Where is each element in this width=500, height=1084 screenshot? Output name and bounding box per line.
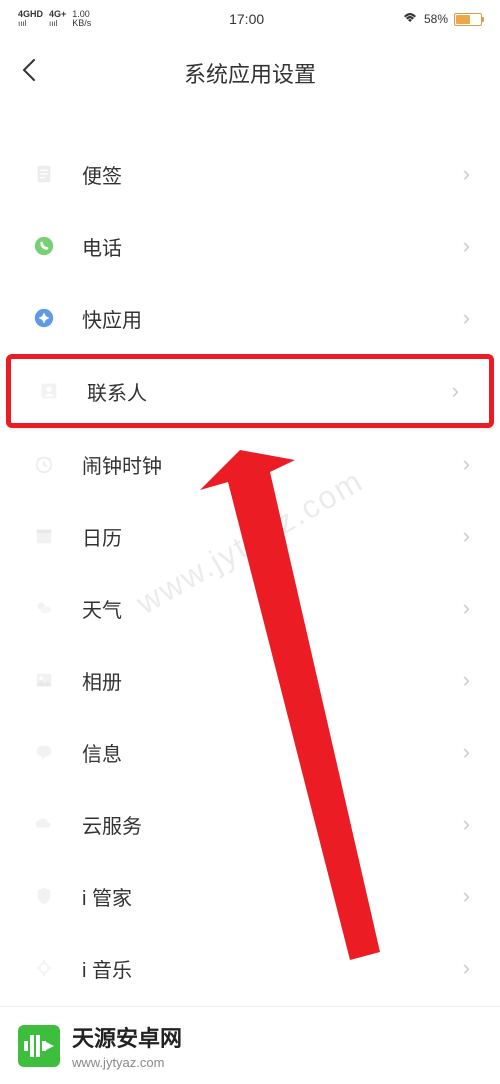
chevron-right-icon: ›: [463, 811, 470, 837]
list-item-weather[interactable]: 天气 ›: [0, 572, 500, 644]
weather-icon: [30, 594, 58, 622]
signal-indicator-1: 4GHD ıııl: [18, 10, 43, 28]
page-header: 系统应用设置: [0, 38, 500, 108]
list-item-phone[interactable]: 电话 ›: [0, 210, 500, 282]
item-label: 电话: [82, 232, 463, 261]
status-left: 4GHD ıııl 4G+ ıııl 1.00 KB/s: [18, 10, 91, 28]
highlight-annotation: 联系人 ›: [6, 354, 494, 428]
footer-title: 天源安卓网: [72, 1021, 482, 1053]
list-item-calendar[interactable]: 日历 ›: [0, 500, 500, 572]
list-item-contacts[interactable]: 联系人 ›: [11, 359, 489, 423]
list-item-music[interactable]: i 音乐 ›: [0, 932, 500, 1004]
list-item-cloud[interactable]: 云服务 ›: [0, 788, 500, 860]
chevron-right-icon: ›: [463, 667, 470, 693]
item-label: 信息: [82, 738, 463, 767]
list-item-quickapp[interactable]: 快应用 ›: [0, 282, 500, 354]
back-button[interactable]: [20, 56, 38, 91]
status-bar: 4GHD ıııl 4G+ ıııl 1.00 KB/s 17:00 58%: [0, 0, 500, 38]
item-label: 便签: [82, 160, 463, 189]
list-item-messages[interactable]: 信息 ›: [0, 716, 500, 788]
clock-icon: [30, 450, 58, 478]
contacts-icon: [35, 377, 63, 405]
item-label: 相册: [82, 666, 463, 695]
footer-branding: 天源安卓网 www.jytyaz.com: [0, 1006, 500, 1084]
cloud-icon: [30, 810, 58, 838]
chevron-right-icon: ›: [463, 451, 470, 477]
network-speed: 1.00 KB/s: [72, 10, 91, 28]
wifi-icon: [402, 12, 418, 27]
item-label: 闹钟时钟: [82, 450, 463, 479]
list-item-alarm[interactable]: 闹钟时钟 ›: [0, 428, 500, 500]
chevron-right-icon: ›: [463, 161, 470, 187]
list-item-notes[interactable]: 便签 ›: [0, 138, 500, 210]
calendar-icon: [30, 522, 58, 550]
gallery-icon: [30, 666, 58, 694]
footer-url: www.jytyaz.com: [72, 1055, 482, 1070]
chevron-right-icon: ›: [463, 305, 470, 331]
list-item-gallery[interactable]: 相册 ›: [0, 644, 500, 716]
item-label: 快应用: [82, 304, 463, 333]
phone-icon: [30, 232, 58, 260]
chevron-right-icon: ›: [463, 595, 470, 621]
note-icon: [30, 160, 58, 188]
item-label: i 音乐: [82, 954, 463, 983]
page-title: 系统应用设置: [20, 57, 480, 89]
chevron-right-icon: ›: [463, 883, 470, 909]
battery-icon: [454, 13, 482, 26]
music-icon: [30, 954, 58, 982]
chevron-right-icon: ›: [463, 523, 470, 549]
chevron-right-icon: ›: [463, 233, 470, 259]
signal-indicator-2: 4G+ ıııl: [49, 10, 66, 28]
item-label: 云服务: [82, 810, 463, 839]
chevron-right-icon: ›: [463, 739, 470, 765]
message-icon: [30, 738, 58, 766]
compass-icon: [30, 304, 58, 332]
item-label: 天气: [82, 594, 463, 623]
status-time: 17:00: [229, 11, 264, 27]
settings-list: 便签 › 电话 › 快应用 › 联系人 › 闹钟时钟 ›: [0, 138, 500, 1004]
status-right: 58%: [402, 12, 482, 27]
item-label: 日历: [82, 522, 463, 551]
footer-logo-icon: [18, 1025, 60, 1067]
shield-icon: [30, 882, 58, 910]
list-item-manager[interactable]: i 管家 ›: [0, 860, 500, 932]
battery-pct: 58%: [424, 12, 448, 26]
item-label: 联系人: [87, 377, 452, 406]
item-label: i 管家: [82, 882, 463, 911]
chevron-right-icon: ›: [463, 955, 470, 981]
chevron-right-icon: ›: [452, 378, 459, 404]
